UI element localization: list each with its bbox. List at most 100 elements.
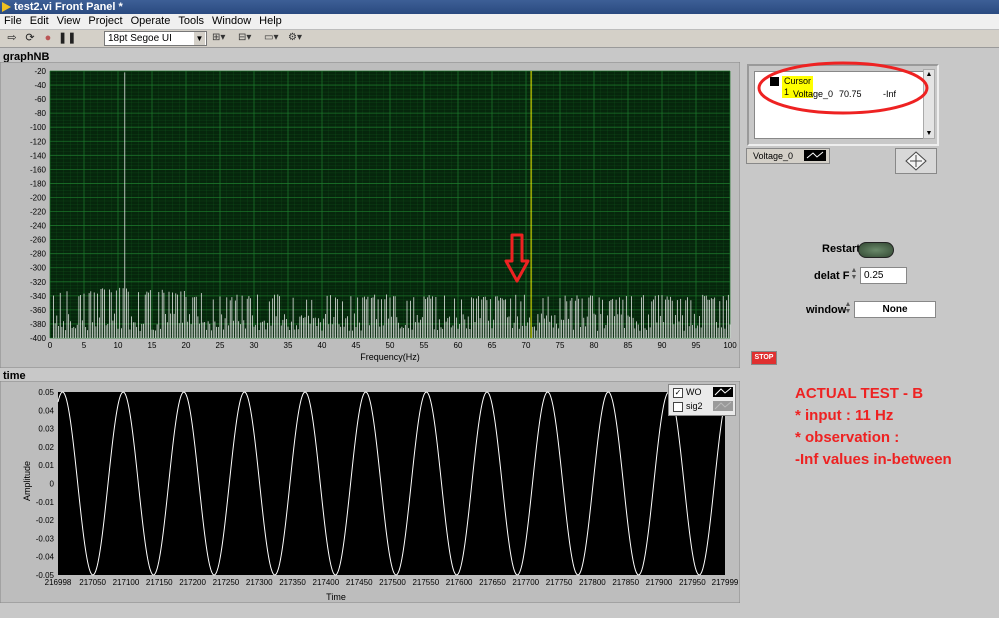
plot-style-icon[interactable] [804, 150, 826, 161]
abort-icon[interactable]: ● [42, 32, 54, 44]
menu-help[interactable]: Help [255, 14, 286, 29]
y-tick-label: -20 [34, 67, 46, 76]
legend-sig2-label: sig2 [686, 401, 703, 411]
menu-tools[interactable]: Tools [174, 14, 208, 29]
y-tick-label: 0.04 [38, 406, 54, 415]
stop-button[interactable]: STOP [751, 351, 777, 365]
resize-objects-icon[interactable]: ▭▾ [264, 32, 284, 44]
x-tick-label: 60 [454, 341, 463, 350]
run-arrow-icon[interactable]: ⇨ [6, 32, 18, 44]
menu-file[interactable]: File [0, 14, 26, 29]
graph-nb[interactable]: -20 -40 -60 -80 -100 -120 -140 -160 -180 -200 -220… [0, 62, 740, 368]
menu-window[interactable]: Window [208, 14, 255, 29]
x-tick-label: 217850 [612, 578, 639, 587]
x-tick-label: 217450 [346, 578, 373, 587]
legend-item-wo[interactable]: ✓ WO [673, 386, 733, 399]
x-tick-label: 217950 [679, 578, 706, 587]
window-ring[interactable]: None [854, 301, 936, 318]
legend-item-sig2[interactable]: sig2 [673, 400, 733, 413]
legend-sig2-style-icon[interactable] [713, 401, 733, 411]
menu-view[interactable]: View [53, 14, 85, 29]
x-tick-label: 15 [148, 341, 157, 350]
plot-legend[interactable]: Voltage_0 [746, 148, 830, 164]
y-tick-label: -140 [30, 151, 47, 160]
y-tick-label: -180 [30, 179, 47, 188]
delta-f-increment[interactable]: ▲ ▼ [850, 267, 858, 282]
y-tick-label: 0.01 [38, 461, 54, 470]
toolbar: ⇨ ⟳ ● ❚❚ 18pt Segoe UI ▼ ⊞▾ ⊟▾ ▭▾ ⚙▾ [0, 30, 999, 48]
x-tick-label: 217999 [712, 578, 739, 587]
delta-f-input[interactable]: 0.25 [860, 267, 907, 284]
y-tick-label: -340 [30, 292, 47, 301]
legend-wo-checkbox[interactable]: ✓ [673, 388, 683, 398]
y-tick-label: -160 [30, 165, 47, 174]
x-tick-label: 100 [723, 341, 737, 350]
delta-f-label: delat F [814, 270, 850, 282]
x-tick-label: 75 [556, 341, 565, 350]
menu-operate[interactable]: Operate [127, 14, 175, 29]
note-line-2: * input : 11 Hz [795, 407, 894, 424]
x-tick-label: 217350 [279, 578, 306, 587]
pause-icon[interactable]: ❚❚ [58, 32, 76, 44]
restart-button[interactable] [858, 242, 894, 258]
x-tick-label: 216998 [45, 578, 72, 587]
x-tick-label: 30 [250, 341, 259, 350]
x-tick-label: 217150 [146, 578, 173, 587]
y-tick-label: -380 [30, 320, 47, 329]
x-tick-label: 35 [284, 341, 293, 350]
x-tick-label: 217250 [213, 578, 240, 587]
x-tick-label: 70 [522, 341, 531, 350]
y-tick-label: -200 [30, 193, 47, 202]
graph-palette-button[interactable] [895, 148, 937, 174]
note-line-4: -Inf values in-between [795, 451, 952, 468]
x-tick-label: 217650 [479, 578, 506, 587]
time-graph[interactable]: 0.05 0.04 0.03 0.02 0.01 0 -0.01 -0.02 -0.03 -0.0… [0, 381, 740, 603]
align-objects-icon[interactable]: ⊞▾ [212, 32, 232, 44]
red-ellipse-annotation [757, 61, 929, 115]
x-tick-label: 45 [352, 341, 361, 350]
x-tick-label: 217700 [512, 578, 539, 587]
window-ring-increment[interactable]: ▲ ▼ [844, 301, 852, 316]
time-graph-plot-area[interactable] [58, 392, 725, 575]
scroll-down-icon[interactable]: ▼ [924, 129, 934, 138]
x-tick-label: 0 [48, 341, 53, 350]
x-tick-label: 10 [114, 341, 123, 350]
run-continuously-icon[interactable]: ⟳ [24, 32, 36, 44]
x-tick-label: 95 [692, 341, 701, 350]
title-bar: test2.vi Front Panel * [0, 0, 999, 14]
y-tick-label: -0.02 [36, 516, 55, 525]
legend-sig2-checkbox[interactable] [673, 402, 683, 412]
labview-vi-icon [2, 2, 11, 12]
y-tick-label: -320 [30, 278, 47, 287]
x-tick-label: 217100 [113, 578, 140, 587]
legend-wo-label: WO [686, 387, 702, 397]
y-tick-label: -0.03 [36, 534, 55, 543]
graph-nb-x-label: Frequency(Hz) [360, 352, 420, 362]
x-tick-label: 217400 [313, 578, 340, 587]
x-tick-label: 55 [420, 341, 429, 350]
time-graph-x-ticks: 216998 217050 217100 217150 217200 217250 2173… [45, 578, 739, 587]
x-tick-label: 217200 [179, 578, 206, 587]
cursor-move-diamond-icon [905, 151, 927, 171]
y-tick-label: -360 [30, 306, 47, 315]
reorder-icon[interactable]: ⚙▾ [288, 32, 308, 44]
time-graph-y-label: Amplitude [22, 461, 32, 501]
x-tick-label: 25 [216, 341, 225, 350]
y-tick-label: -300 [30, 264, 47, 273]
time-graph-legend: ✓ WO sig2 [668, 384, 736, 416]
menu-project[interactable]: Project [84, 14, 126, 29]
x-tick-label: 217050 [79, 578, 106, 587]
distribute-objects-icon[interactable]: ⊟▾ [238, 32, 258, 44]
x-tick-label: 85 [624, 341, 633, 350]
y-tick-label: -120 [30, 137, 47, 146]
x-tick-label: 80 [590, 341, 599, 350]
x-tick-label: 50 [386, 341, 395, 350]
menu-edit[interactable]: Edit [26, 14, 53, 29]
font-selector[interactable]: 18pt Segoe UI ▼ [104, 31, 207, 46]
window-title: test2.vi Front Panel * [14, 1, 123, 13]
x-tick-label: 65 [488, 341, 497, 350]
legend-wo-style-icon[interactable] [713, 387, 733, 397]
x-tick-label: 40 [318, 341, 327, 350]
menu-bar: File Edit View Project Operate Tools Window Hel… [0, 14, 999, 30]
x-tick-label: 217600 [446, 578, 473, 587]
